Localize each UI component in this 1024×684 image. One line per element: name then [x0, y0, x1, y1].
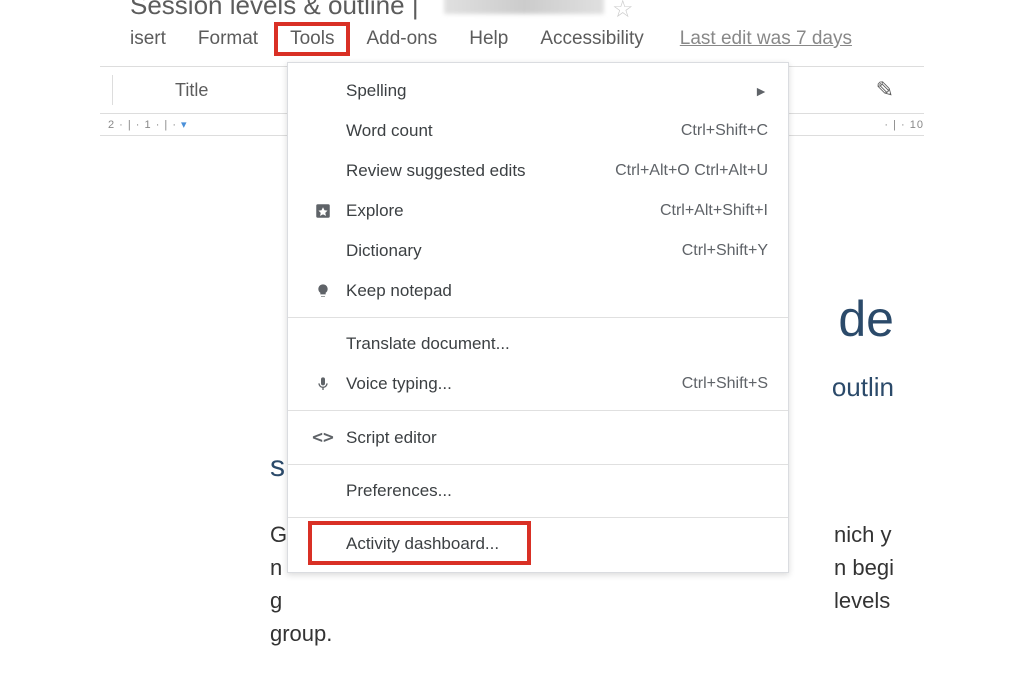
voice-label: Voice typing... — [346, 374, 682, 394]
menu-format[interactable]: Format — [182, 22, 274, 56]
explore-icon — [308, 202, 338, 220]
menu-separator — [288, 317, 788, 318]
menu-tools[interactable]: Tools — [274, 22, 350, 56]
word-count-label: Word count — [346, 121, 681, 141]
menu-item-word-count[interactable]: Word count Ctrl+Shift+C — [288, 111, 788, 151]
menu-item-translate[interactable]: Translate document... — [288, 324, 788, 364]
menu-separator — [288, 410, 788, 411]
ruler-marks-left: 2 · | · 1 · | · — [108, 119, 177, 131]
menu-item-dictionary[interactable]: Dictionary Ctrl+Shift+Y — [288, 231, 788, 271]
menu-help[interactable]: Help — [453, 22, 524, 56]
para-line: nich y — [834, 522, 891, 547]
menu-separator — [288, 464, 788, 465]
document-title[interactable]: Session levels & outline | — [130, 0, 419, 21]
menu-item-voice-typing[interactable]: Voice typing... Ctrl+Shift+S — [288, 364, 788, 404]
translate-label: Translate document... — [346, 334, 768, 354]
paragraph-right-fragment: nich y n begi levels — [834, 518, 894, 617]
script-label: Script editor — [346, 428, 768, 448]
microphone-icon — [308, 376, 338, 392]
review-shortcut: Ctrl+Alt+O Ctrl+Alt+U — [615, 162, 768, 180]
review-label: Review suggested edits — [346, 161, 615, 181]
ruler-marks-right: · | · 10 — [884, 119, 924, 131]
edit-mode-icon[interactable]: ✎ — [876, 77, 894, 103]
spelling-label: Spelling — [346, 81, 754, 101]
menu-accessibility[interactable]: Accessibility — [524, 22, 659, 56]
menu-bar: isert Format Tools Add-ons Help Accessib… — [130, 22, 852, 56]
submenu-arrow-icon: ► — [754, 83, 768, 99]
menu-insert[interactable]: isert — [130, 22, 182, 56]
explore-label: Explore — [346, 201, 660, 221]
keep-label: Keep notepad — [346, 281, 768, 301]
document-subheading-fragment: outlin — [832, 372, 894, 403]
menu-item-review-edits[interactable]: Review suggested edits Ctrl+Alt+O Ctrl+A… — [288, 151, 788, 191]
para-line: G — [270, 522, 287, 547]
menu-item-activity-dashboard[interactable]: Activity dashboard... — [288, 524, 788, 564]
para-line: group. — [270, 621, 332, 646]
menu-separator — [288, 517, 788, 518]
dictionary-label: Dictionary — [346, 241, 682, 261]
menu-item-spelling[interactable]: Spelling ► — [288, 71, 788, 111]
menu-item-keep-notepad[interactable]: Keep notepad — [288, 271, 788, 311]
last-edit-link[interactable]: Last edit was 7 days — [680, 28, 852, 50]
bulb-icon — [308, 283, 338, 299]
section-heading-fragment: s — [270, 450, 285, 484]
para-line: g — [270, 588, 282, 613]
word-count-shortcut: Ctrl+Shift+C — [681, 122, 768, 140]
para-line: n — [270, 555, 282, 580]
activity-label: Activity dashboard... — [346, 534, 768, 554]
toolbar-divider — [112, 75, 113, 105]
explore-shortcut: Ctrl+Alt+Shift+I — [660, 202, 768, 220]
para-line: n begi — [834, 555, 894, 580]
para-line: levels — [834, 588, 890, 613]
script-icon: <> — [308, 427, 338, 448]
preferences-label: Preferences... — [346, 481, 768, 501]
menu-item-explore[interactable]: Explore Ctrl+Alt+Shift+I — [288, 191, 788, 231]
document-heading-fragment: de — [838, 290, 894, 348]
menu-addons[interactable]: Add-ons — [350, 22, 453, 56]
indent-marker-icon[interactable]: ▾ — [181, 118, 188, 131]
tools-dropdown-menu: Spelling ► Word count Ctrl+Shift+C Revie… — [287, 62, 789, 573]
dictionary-shortcut: Ctrl+Shift+Y — [682, 242, 768, 260]
menu-item-preferences[interactable]: Preferences... — [288, 471, 788, 511]
voice-shortcut: Ctrl+Shift+S — [682, 375, 768, 393]
menu-item-script-editor[interactable]: <> Script editor — [288, 417, 788, 458]
style-selector[interactable]: Title — [125, 80, 208, 101]
title-blurred-portion — [444, 0, 604, 14]
star-icon[interactable]: ☆ — [612, 0, 634, 24]
